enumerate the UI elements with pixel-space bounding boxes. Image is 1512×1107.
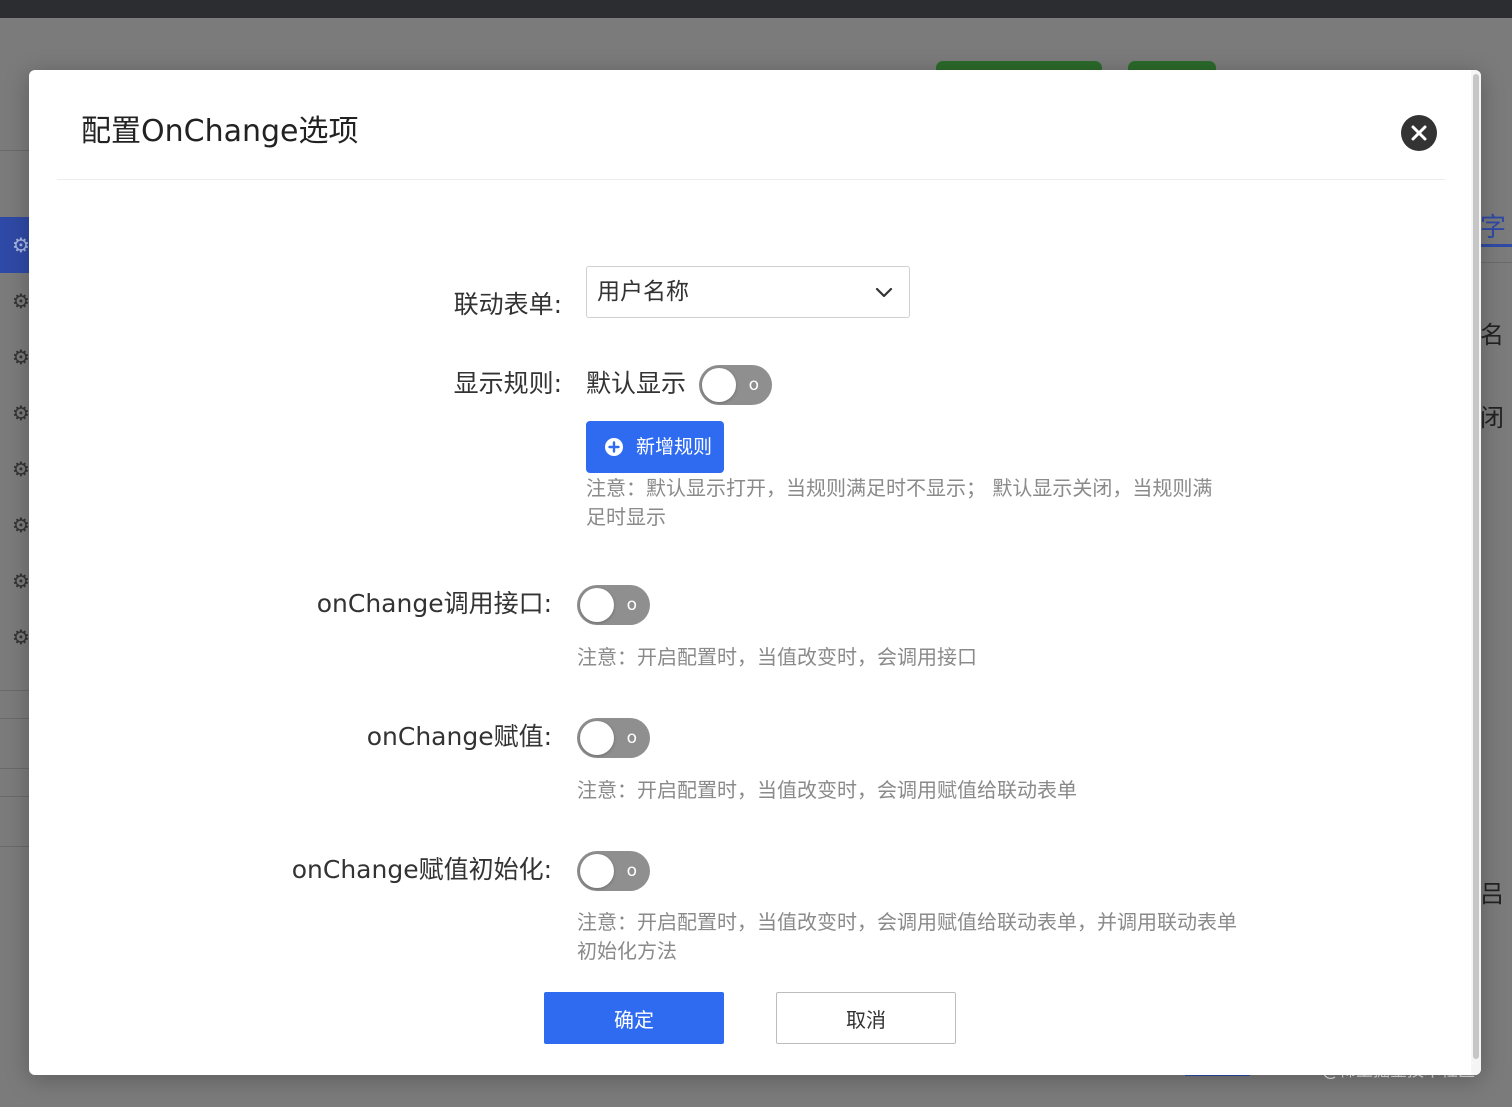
toggle-knob [580, 588, 614, 622]
assign-init-note-line1: 注意：开启配置时，当值改变时，会调用赋值给联动表单，并调用联动表单 [577, 910, 1237, 934]
onchange-config-modal: 配置OnChange选项 联动表单: 用户名称 显示规则: 默认显示 o 新增规… [29, 70, 1481, 1075]
cancel-button[interactable]: 取消 [776, 992, 956, 1044]
close-icon [1411, 125, 1427, 141]
chevron-down-icon [875, 287, 893, 298]
add-rule-label: 新增规则 [636, 436, 713, 458]
background-text: 名 [1480, 321, 1504, 349]
toggle-knob [580, 721, 614, 755]
toggle-knob [702, 368, 736, 402]
default-display-text: 默认显示 [586, 369, 687, 398]
assign-toggle[interactable]: o [577, 718, 650, 758]
divider [1480, 262, 1512, 263]
background-tab: 字 [1480, 213, 1507, 243]
modal-title: 配置OnChange选项 [81, 114, 359, 149]
display-rule-note-line1: 注意：默认显示打开，当规则满足时不显示； 默认显示关闭，当规则满 [586, 476, 1213, 500]
linked-form-select[interactable]: 用户名称 [586, 266, 910, 318]
assign-init-toggle[interactable]: o [577, 851, 650, 891]
assign-init-label: onChange赋值初始化: [291, 855, 552, 884]
modal-header-divider [57, 179, 1445, 180]
linked-form-label: 联动表单: [453, 290, 562, 319]
toggle-state-text: o [626, 595, 637, 615]
default-display-toggle[interactable]: o [699, 365, 772, 405]
modal-scrollbar[interactable] [1471, 70, 1481, 1075]
add-rule-button[interactable]: 新增规则 [586, 421, 724, 473]
background-tab-indicator [1480, 244, 1512, 247]
call-api-note: 注意：开启配置时，当值改变时，会调用接口 [577, 645, 977, 669]
scrollbar-thumb[interactable] [1473, 74, 1479, 1059]
display-rule-label: 显示规则: [453, 369, 562, 398]
plus-circle-icon [605, 438, 623, 456]
assign-label: onChange赋值: [366, 722, 552, 751]
call-api-toggle[interactable]: o [577, 585, 650, 625]
assign-note: 注意：开启配置时，当值改变时，会调用赋值给联动表单 [577, 778, 1077, 802]
display-rule-note-line2: 足时显示 [586, 505, 666, 529]
background-text: 闭 [1480, 404, 1504, 432]
assign-init-note-line2: 初始化方法 [577, 939, 677, 963]
toggle-state-text: o [626, 861, 637, 881]
toggle-state-text: o [626, 728, 637, 748]
background-text: 吕 [1480, 880, 1504, 908]
close-button[interactable] [1401, 115, 1437, 151]
app-topbar [0, 0, 1512, 18]
toggle-state-text: o [748, 375, 759, 395]
toggle-knob [580, 854, 614, 888]
watermark: @稀土掘金技术社区 [1322, 1061, 1475, 1081]
linked-form-select-value: 用户名称 [597, 279, 689, 305]
confirm-button[interactable]: 确定 [544, 992, 724, 1044]
call-api-label: onChange调用接口: [316, 589, 552, 618]
